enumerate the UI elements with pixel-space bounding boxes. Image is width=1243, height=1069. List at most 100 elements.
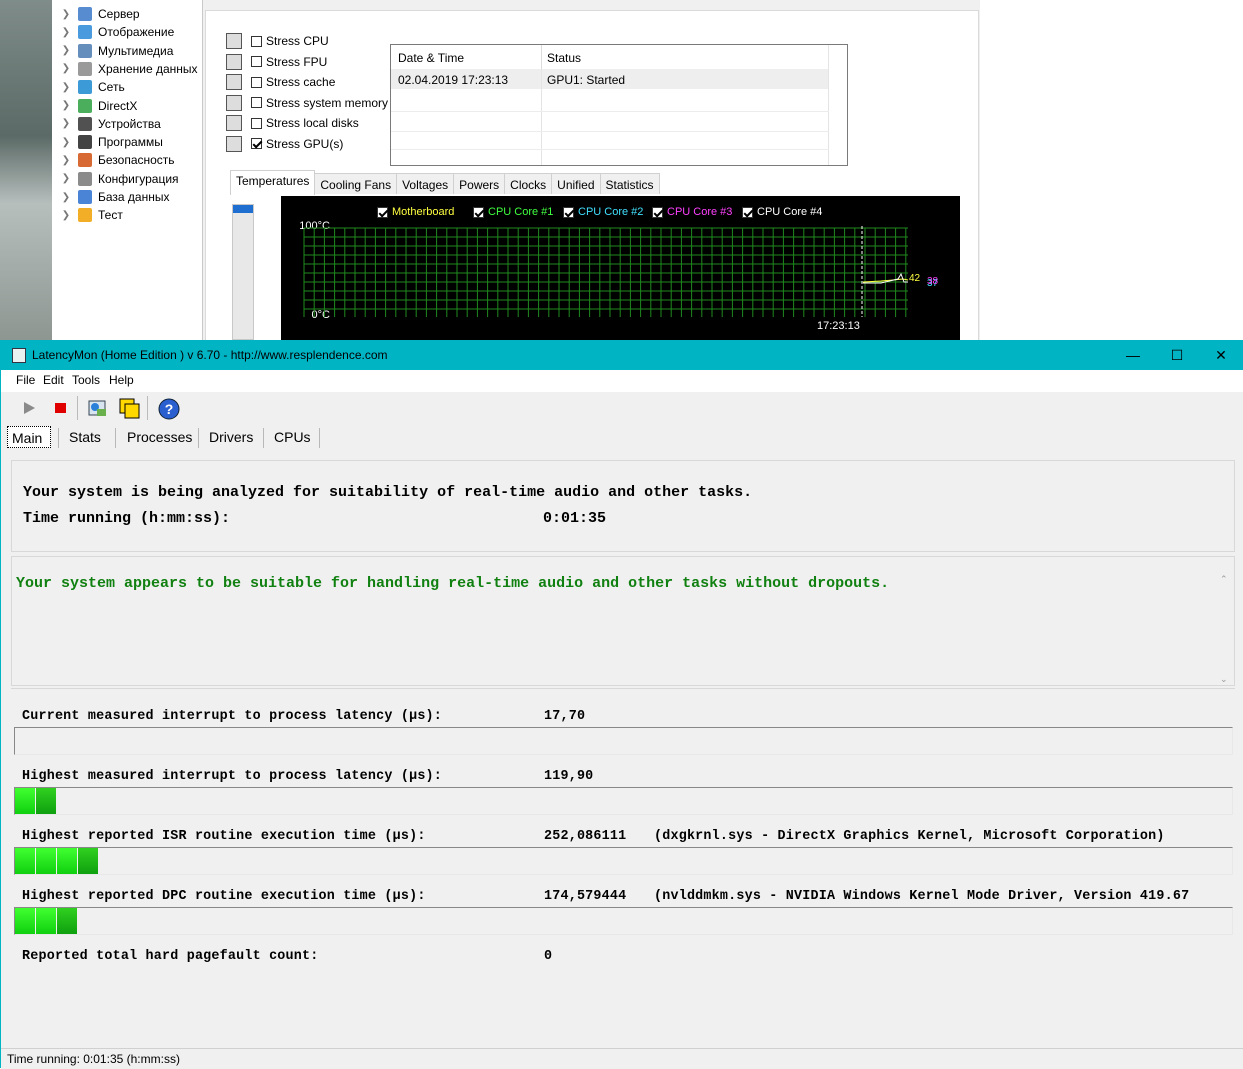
latency-bar: [14, 727, 1233, 755]
stability-panel: Stress CPU Stress FPU Stress cache Stress s…: [205, 10, 979, 346]
tab-processes[interactable]: Processes: [127, 426, 192, 448]
tree-item[interactable]: ❯ Безопасность: [52, 151, 175, 169]
stress-option[interactable]: Stress local disks: [226, 114, 359, 132]
chevron-right-icon[interactable]: ❯: [60, 100, 72, 111]
metric-label: Reported total hard pagefault count:: [22, 949, 319, 964]
fpu-icon: [226, 53, 242, 70]
chevron-right-icon[interactable]: ❯: [60, 173, 72, 184]
verdict-scrollbar[interactable]: ⌃ ⌄: [1218, 572, 1232, 685]
aida-stability-window: Stress CPU Stress FPU Stress cache Stress s…: [202, 0, 982, 346]
stress-option[interactable]: Stress FPU: [226, 53, 327, 71]
latency-bar-segment: [78, 848, 98, 874]
tree-item-label: DirectX: [98, 98, 138, 113]
chevron-right-icon[interactable]: ❯: [60, 45, 72, 56]
tab-drivers[interactable]: Drivers: [209, 426, 253, 448]
latency-bar-segment: [36, 908, 56, 934]
stress-checkbox[interactable]: [251, 35, 262, 47]
config-icon: [78, 171, 92, 186]
tree-item[interactable]: ❯ База данных: [52, 188, 169, 206]
menu-edit[interactable]: Edit: [43, 373, 64, 387]
verdict-text: Your system appears to be suitable for h…: [16, 575, 890, 592]
tree-item[interactable]: ❯ Программы: [52, 133, 163, 151]
stress-checkbox[interactable]: [251, 76, 262, 88]
stress-option[interactable]: Stress cache: [226, 73, 335, 91]
gpu-icon: [226, 135, 242, 152]
graph-scrollbar[interactable]: [232, 204, 254, 340]
stress-option[interactable]: Stress system memory: [226, 94, 388, 112]
chevron-right-icon[interactable]: ❯: [60, 63, 72, 74]
tree-item[interactable]: ❯ Сеть: [52, 78, 125, 96]
tree-item-label: Конфигурация: [98, 171, 179, 186]
metric-value: 252,086111: [544, 829, 627, 844]
cache-icon: [226, 74, 242, 90]
tree-item[interactable]: ❯ Отображение: [52, 23, 174, 41]
stress-option[interactable]: Stress CPU: [226, 32, 329, 50]
sensor-tab[interactable]: Powers: [453, 173, 506, 194]
menu-help[interactable]: Help: [109, 373, 134, 387]
tree-item[interactable]: ❯ Конфигурация: [52, 170, 179, 188]
window-title: LatencyMon (Home Edition ) v 6.70 - http…: [32, 348, 388, 362]
stress-option[interactable]: Stress GPU(s): [226, 135, 343, 153]
stress-checkbox[interactable]: [251, 56, 262, 67]
tree-item-label: Сеть: [98, 80, 125, 95]
aida-navigation-tree: ❯ Сервер ❯ Отображение ❯ Мультимедиа ❯ Хранение…: [52, 0, 202, 340]
start-icon[interactable]: [18, 397, 40, 419]
sensor-tab[interactable]: Cooling Fans: [314, 173, 398, 194]
tree-item-label: Сервер: [98, 7, 140, 21]
sensor-tab[interactable]: Temperatures: [230, 170, 316, 195]
log-row-status: GPU1: Started: [547, 73, 626, 87]
scroll-up-icon[interactable]: ⌃: [1220, 574, 1228, 585]
chevron-right-icon[interactable]: ❯: [60, 210, 72, 221]
metrics-panel: Current measured interrupt to process la…: [11, 688, 1235, 1048]
tab-main[interactable]: Main: [7, 426, 51, 448]
scroll-down-icon[interactable]: ⌄: [1220, 674, 1228, 685]
tree-item[interactable]: ❯ Мультимедиа: [52, 42, 173, 60]
stress-checkbox[interactable]: [251, 117, 262, 129]
maximize-button[interactable]: ☐: [1155, 344, 1199, 366]
cpu-tool-icon[interactable]: [118, 397, 140, 419]
disk-icon: [226, 115, 242, 131]
tree-item-label: Тест: [98, 208, 123, 223]
tree-item[interactable]: ❯ Устройства: [52, 115, 161, 133]
tree-item-label: Безопасность: [98, 153, 175, 168]
app-icon: [12, 348, 26, 363]
minimize-button[interactable]: —: [1111, 344, 1155, 366]
desktop-background: [0, 0, 52, 340]
tree-item[interactable]: ❯ DirectX: [52, 97, 137, 115]
stop-icon[interactable]: [49, 397, 71, 419]
tab-stats[interactable]: Stats: [69, 426, 101, 448]
status-bar: Time running: 0:01:35 (h:mm:ss): [1, 1048, 1243, 1069]
menu-tools[interactable]: Tools: [72, 373, 100, 387]
stress-checkbox[interactable]: [251, 97, 262, 108]
chevron-right-icon[interactable]: ❯: [60, 9, 72, 20]
latency-bar-segment: [57, 848, 77, 874]
tree-item[interactable]: ❯ Сервер: [52, 5, 140, 23]
display-icon: [78, 25, 92, 40]
menu-file[interactable]: File: [16, 373, 35, 387]
tree-item[interactable]: ❯ Хранение данных: [52, 60, 198, 78]
title-bar[interactable]: LatencyMon (Home Edition ) v 6.70 - http…: [1, 340, 1243, 370]
chevron-right-icon[interactable]: ❯: [60, 155, 72, 166]
chevron-right-icon[interactable]: ❯: [60, 82, 72, 93]
tab-cpus[interactable]: CPUs: [274, 426, 311, 448]
close-button[interactable]: ✕: [1199, 344, 1243, 366]
process-tool-icon[interactable]: [86, 397, 108, 419]
chevron-right-icon[interactable]: ❯: [60, 137, 72, 148]
time-running-label: Time running (h:mm:ss):: [23, 510, 231, 527]
sensor-tab[interactable]: Clocks: [504, 173, 553, 194]
stress-checkbox[interactable]: [251, 138, 262, 149]
tab-separator: [198, 428, 199, 448]
sensor-tab[interactable]: Statistics: [599, 173, 660, 194]
help-icon[interactable]: ?: [157, 397, 180, 420]
sensor-tab[interactable]: Voltages: [396, 173, 455, 194]
chevron-right-icon[interactable]: ❯: [60, 192, 72, 203]
graph-value-c: 38: [927, 276, 939, 287]
toolbar: ?: [1, 392, 1243, 422]
svg-text:?: ?: [165, 401, 174, 417]
chevron-right-icon[interactable]: ❯: [60, 27, 72, 38]
sensor-tab[interactable]: Unified: [551, 173, 601, 194]
tree-item-label: Устройства: [98, 116, 161, 131]
chevron-right-icon[interactable]: ❯: [60, 118, 72, 129]
tree-item[interactable]: ❯ Тест: [52, 206, 123, 224]
metric-detail: (nvlddmkm.sys - NVIDIA Windows Kernel Mo…: [654, 889, 1190, 904]
